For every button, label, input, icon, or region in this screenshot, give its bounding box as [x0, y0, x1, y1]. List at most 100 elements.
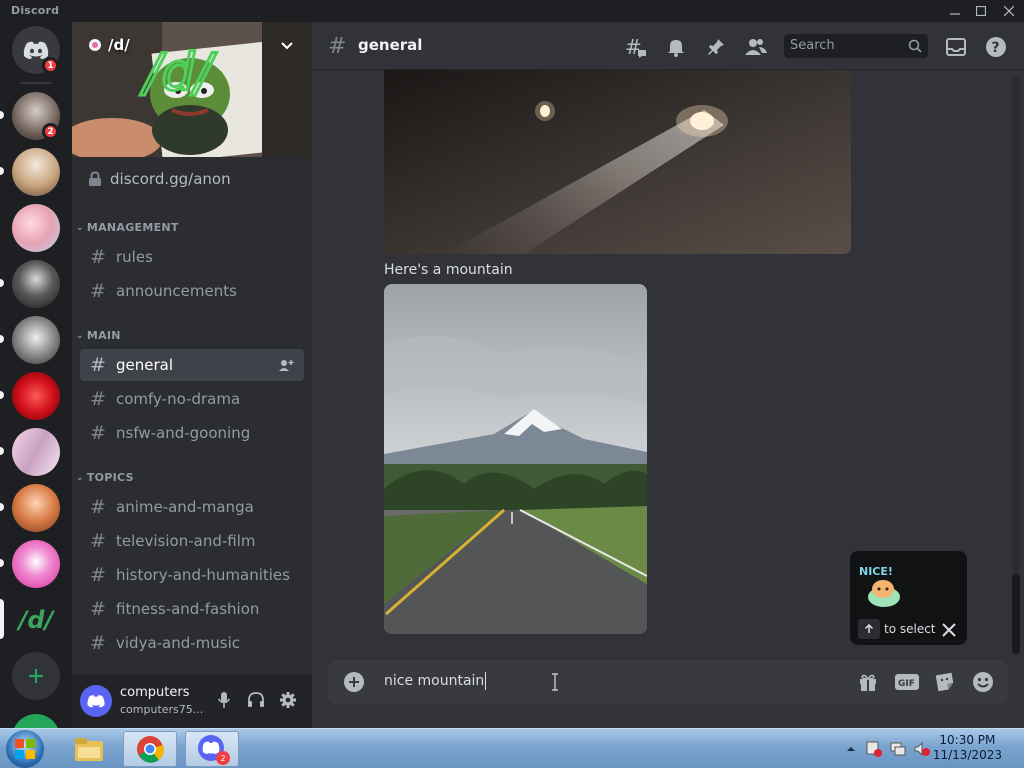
invite-link[interactable]: discord.gg/anon	[88, 170, 231, 188]
close-icon	[1004, 6, 1014, 16]
svg-text:#: #	[328, 35, 346, 57]
server-banner[interactable]: /d/ /d/	[72, 22, 312, 157]
app-title: Discord	[11, 4, 60, 17]
emoji-icon	[973, 672, 993, 692]
channel-nsfw-and-gooning[interactable]: # nsfw-and-gooning	[80, 417, 304, 449]
explore-servers-button[interactable]	[12, 714, 60, 728]
user-panel: computers computers75...	[72, 674, 312, 728]
message-image-night-lights[interactable]	[384, 70, 851, 254]
minimize-button[interactable]	[941, 0, 969, 22]
notifications-button[interactable]	[664, 35, 688, 59]
unread-pill	[0, 335, 4, 343]
bell-icon	[668, 40, 684, 57]
gift-button[interactable]	[856, 670, 880, 694]
message-composer: nice mountain GIF	[328, 660, 1008, 704]
start-button[interactable]	[6, 730, 44, 768]
system-clock[interactable]: 10:30 PM 11/13/2023	[933, 733, 1002, 763]
message-image-mountain[interactable]	[384, 284, 647, 634]
channel-general[interactable]: # general	[80, 349, 304, 381]
taskbar-explorer[interactable]	[62, 731, 116, 767]
taskbar-discord[interactable]: 2	[185, 731, 239, 767]
gif-icon: GIF	[895, 674, 919, 690]
unread-pill	[0, 559, 4, 567]
member-list-button[interactable]	[744, 35, 768, 59]
chevron-down-icon: ⌄	[76, 472, 84, 483]
unread-pill	[0, 167, 4, 175]
channel-television-and-film[interactable]: # television-and-film	[80, 525, 304, 557]
svg-text:GIF: GIF	[898, 679, 915, 689]
search-input[interactable]: Search	[784, 34, 928, 58]
members-icon	[745, 39, 767, 55]
server-icon-4[interactable]	[12, 260, 60, 308]
svg-text:/d/: /d/	[140, 43, 218, 103]
microphone-icon	[217, 692, 231, 708]
unread-pill	[0, 111, 4, 119]
hashtag-icon: #	[90, 496, 106, 518]
help-button[interactable]: ?	[984, 35, 1008, 59]
server-icon-2[interactable]	[12, 148, 60, 196]
discord-logo-icon	[87, 695, 105, 708]
unread-pill	[0, 279, 4, 287]
avatar[interactable]	[80, 685, 112, 717]
deafen-button[interactable]	[245, 689, 267, 711]
volume-muted-icon[interactable]	[914, 741, 930, 757]
upload-button[interactable]	[344, 672, 364, 692]
threads-button[interactable]: #	[624, 35, 648, 59]
chevron-down-icon[interactable]	[280, 39, 294, 53]
action-center-icon[interactable]	[866, 741, 882, 757]
channel-vidya-and-music[interactable]: # vidya-and-music	[80, 627, 304, 659]
select-hint: to select	[858, 619, 936, 639]
server-icon-d-active[interactable]: /d/	[12, 596, 60, 644]
scrollbar-thumb[interactable]	[1012, 574, 1020, 654]
category-management[interactable]: ⌄ MANAGEMENT	[76, 221, 179, 234]
channel-header: # general # Search ?	[312, 22, 1024, 70]
unread-pill	[0, 391, 4, 399]
server-icon-5[interactable]	[12, 316, 60, 364]
channel-history-and-humanities[interactable]: # history-and-humanities	[80, 559, 304, 591]
mute-button[interactable]	[213, 689, 235, 711]
settings-button[interactable]	[277, 689, 299, 711]
hashtag-icon: #	[90, 246, 106, 268]
add-member-icon	[279, 360, 294, 371]
inbox-button[interactable]	[944, 35, 968, 59]
add-server-button[interactable]	[12, 652, 60, 700]
chat-area: # general # Search ? Here's a mountain N…	[312, 22, 1024, 728]
network-icon[interactable]	[890, 741, 906, 757]
server-icon-8[interactable]	[12, 484, 60, 532]
server-icon-7[interactable]	[12, 428, 60, 476]
pin-icon	[708, 39, 724, 55]
taskbar-discord-badge: 2	[216, 751, 230, 765]
unread-pill	[0, 503, 4, 511]
message-text: Here's a mountain	[384, 262, 513, 278]
scrollbar-track[interactable]	[1012, 76, 1020, 654]
server-icon-9[interactable]	[12, 540, 60, 588]
message-input[interactable]: nice mountain	[384, 672, 487, 690]
arrow-up-key-icon	[858, 619, 880, 639]
server-icon-3[interactable]	[12, 204, 60, 252]
user-tag: computers75...	[120, 703, 204, 716]
category-topics[interactable]: ⌄ TOPICS	[76, 471, 134, 484]
tray-expand-icon[interactable]	[846, 744, 856, 754]
hashtag-icon: #	[90, 354, 106, 376]
gif-button[interactable]: GIF	[895, 670, 919, 694]
channel-announcements[interactable]: # announcements	[80, 275, 304, 307]
close-button[interactable]	[995, 0, 1023, 22]
chrome-icon	[137, 736, 164, 763]
unread-pill	[0, 447, 4, 455]
hashtag-icon: #	[90, 388, 106, 410]
emoji-button[interactable]	[971, 670, 995, 694]
headphones-icon	[248, 692, 264, 707]
category-main[interactable]: ⌄ MAIN	[76, 329, 121, 342]
server-icon-6[interactable]	[12, 372, 60, 420]
channel-rules[interactable]: # rules	[80, 241, 304, 273]
maximize-button[interactable]	[967, 0, 995, 22]
gift-icon	[860, 674, 876, 691]
taskbar-chrome[interactable]	[123, 731, 177, 767]
close-icon[interactable]	[942, 623, 956, 637]
channel-fitness-and-fashion[interactable]: # fitness-and-fashion	[80, 593, 304, 625]
channel-anime-and-manga[interactable]: # anime-and-manga	[80, 491, 304, 523]
channel-comfy-no-drama[interactable]: # comfy-no-drama	[80, 383, 304, 415]
nice-sticker[interactable]: NICE!	[856, 559, 908, 611]
sticker-button[interactable]	[933, 670, 957, 694]
pinned-messages-button[interactable]	[704, 35, 728, 59]
